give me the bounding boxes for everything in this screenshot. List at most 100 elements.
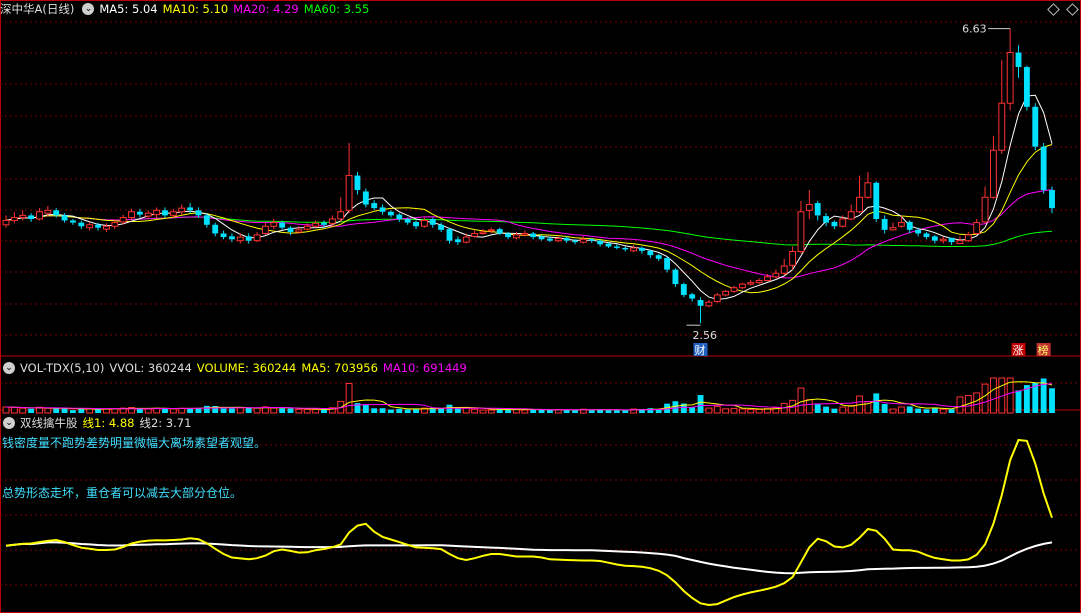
candle-body	[713, 294, 721, 302]
volume-bar	[1049, 388, 1055, 413]
badge-label: 财	[695, 343, 706, 357]
volume-bar	[404, 409, 411, 413]
candle-body	[212, 224, 219, 234]
candle-body	[236, 236, 244, 242]
candle-body	[102, 225, 110, 230]
main-header: 深中华A(日线) ⌄ MA5: 5.04 MA10: 5.10 MA20: 4.…	[0, 0, 374, 18]
candle-body	[220, 233, 227, 238]
volume-bar	[730, 407, 738, 414]
candle-body	[923, 233, 930, 238]
candle-body	[730, 287, 738, 292]
candle-body	[379, 207, 386, 212]
vol-ma5-value: MA5: 703956	[301, 361, 378, 375]
candle-body	[438, 224, 445, 230]
line1-value: 线1: 4.88	[82, 416, 135, 430]
volume-bar	[588, 410, 595, 413]
candle-body	[839, 218, 847, 227]
candle-body	[413, 221, 419, 227]
ma60-line	[5, 215, 1053, 247]
volume-bar	[454, 408, 461, 413]
candle-body	[755, 279, 763, 284]
candle-body	[998, 102, 1006, 151]
volume-bar	[220, 408, 227, 413]
candle-body	[513, 234, 520, 239]
volume-bar	[738, 408, 746, 414]
candle-body	[956, 240, 964, 245]
high-marker-label: 6.63	[962, 23, 987, 36]
candle-body	[597, 240, 604, 245]
volume-bar	[814, 403, 821, 413]
candle-body	[203, 215, 210, 225]
candle-body	[864, 182, 872, 198]
volume-bar	[873, 393, 880, 413]
vol-title: VOL-TDX(5,10)	[20, 361, 105, 375]
candle-body	[178, 207, 186, 213]
candle-body	[162, 210, 168, 216]
candle-body	[789, 251, 797, 266]
volume-bar	[70, 410, 76, 413]
candle-body	[814, 203, 821, 216]
candle-body	[36, 211, 43, 220]
candle-body	[697, 300, 704, 306]
volume-ma5-line	[5, 381, 1053, 411]
ma5-value: MA5: 5.04	[99, 2, 158, 16]
volume-bar	[897, 406, 905, 414]
volume-bar	[672, 401, 679, 413]
indicator-note-top: 钱密度量不跑势差势明量微幅大离场素望者观望。	[2, 436, 267, 450]
volume-bar	[487, 409, 495, 414]
chart-frame	[0, 0, 1081, 613]
candle-body	[404, 218, 411, 223]
volume-bar	[446, 404, 453, 413]
candle-body	[873, 182, 880, 219]
volume-bar	[53, 408, 60, 413]
candle-body	[588, 239, 595, 241]
indicator-line1	[5, 438, 1053, 607]
stock-name: 深中华A(日线)	[0, 2, 75, 16]
candle-body	[939, 238, 947, 242]
line2-value: 线2: 3.71	[139, 416, 192, 430]
volume-bar	[19, 407, 27, 414]
volume-bar	[312, 408, 320, 414]
chevron-down-icon[interactable]: ⌄	[82, 3, 95, 15]
volume-bar	[889, 408, 897, 414]
chevron-down-icon[interactable]: ⌄	[3, 362, 15, 374]
vvol-value: VVOL: 360244	[109, 361, 192, 375]
volume-bar	[705, 407, 713, 414]
candle-body	[245, 236, 252, 241]
volume-bar	[923, 409, 930, 413]
volume-bar	[823, 406, 829, 413]
candle-body	[563, 237, 570, 241]
volume-bar	[839, 406, 847, 414]
volume-ma10-line	[5, 383, 1053, 411]
candle-body	[831, 221, 838, 227]
candle-body	[345, 175, 353, 211]
volume-bar	[28, 408, 35, 413]
chevron-down-icon[interactable]: ⌄	[3, 417, 15, 429]
candle-body	[261, 225, 269, 234]
candle-body	[195, 210, 202, 216]
volume-bar	[44, 407, 52, 414]
candle-body	[169, 211, 177, 216]
candle-body	[128, 211, 135, 219]
ma10-value: MA10: 5.10	[162, 2, 229, 16]
candle-body	[371, 203, 378, 209]
volume-bar	[546, 409, 553, 413]
candle-body	[321, 222, 327, 225]
volume-bar	[295, 408, 303, 414]
volume-bar	[755, 408, 763, 414]
stock-chart-window: 6.63 2.56 财 涨 榜 深中华A(日线) ⌄ MA5: 5.04 MA10: 5…	[0, 0, 1081, 613]
candle-body	[303, 225, 311, 230]
candle-body	[279, 222, 286, 228]
volume-bar	[321, 409, 327, 413]
candle-body	[680, 284, 687, 295]
ma5-line	[5, 94, 1053, 300]
volume-bar	[906, 406, 913, 413]
volume-bar	[831, 408, 838, 413]
volume-bar	[303, 408, 311, 414]
volume-bar	[187, 408, 194, 413]
candle-body	[639, 247, 645, 251]
volume-bar	[939, 408, 947, 414]
candle-body	[420, 219, 428, 227]
volume-bar	[1015, 390, 1022, 413]
candle-body	[964, 234, 972, 242]
